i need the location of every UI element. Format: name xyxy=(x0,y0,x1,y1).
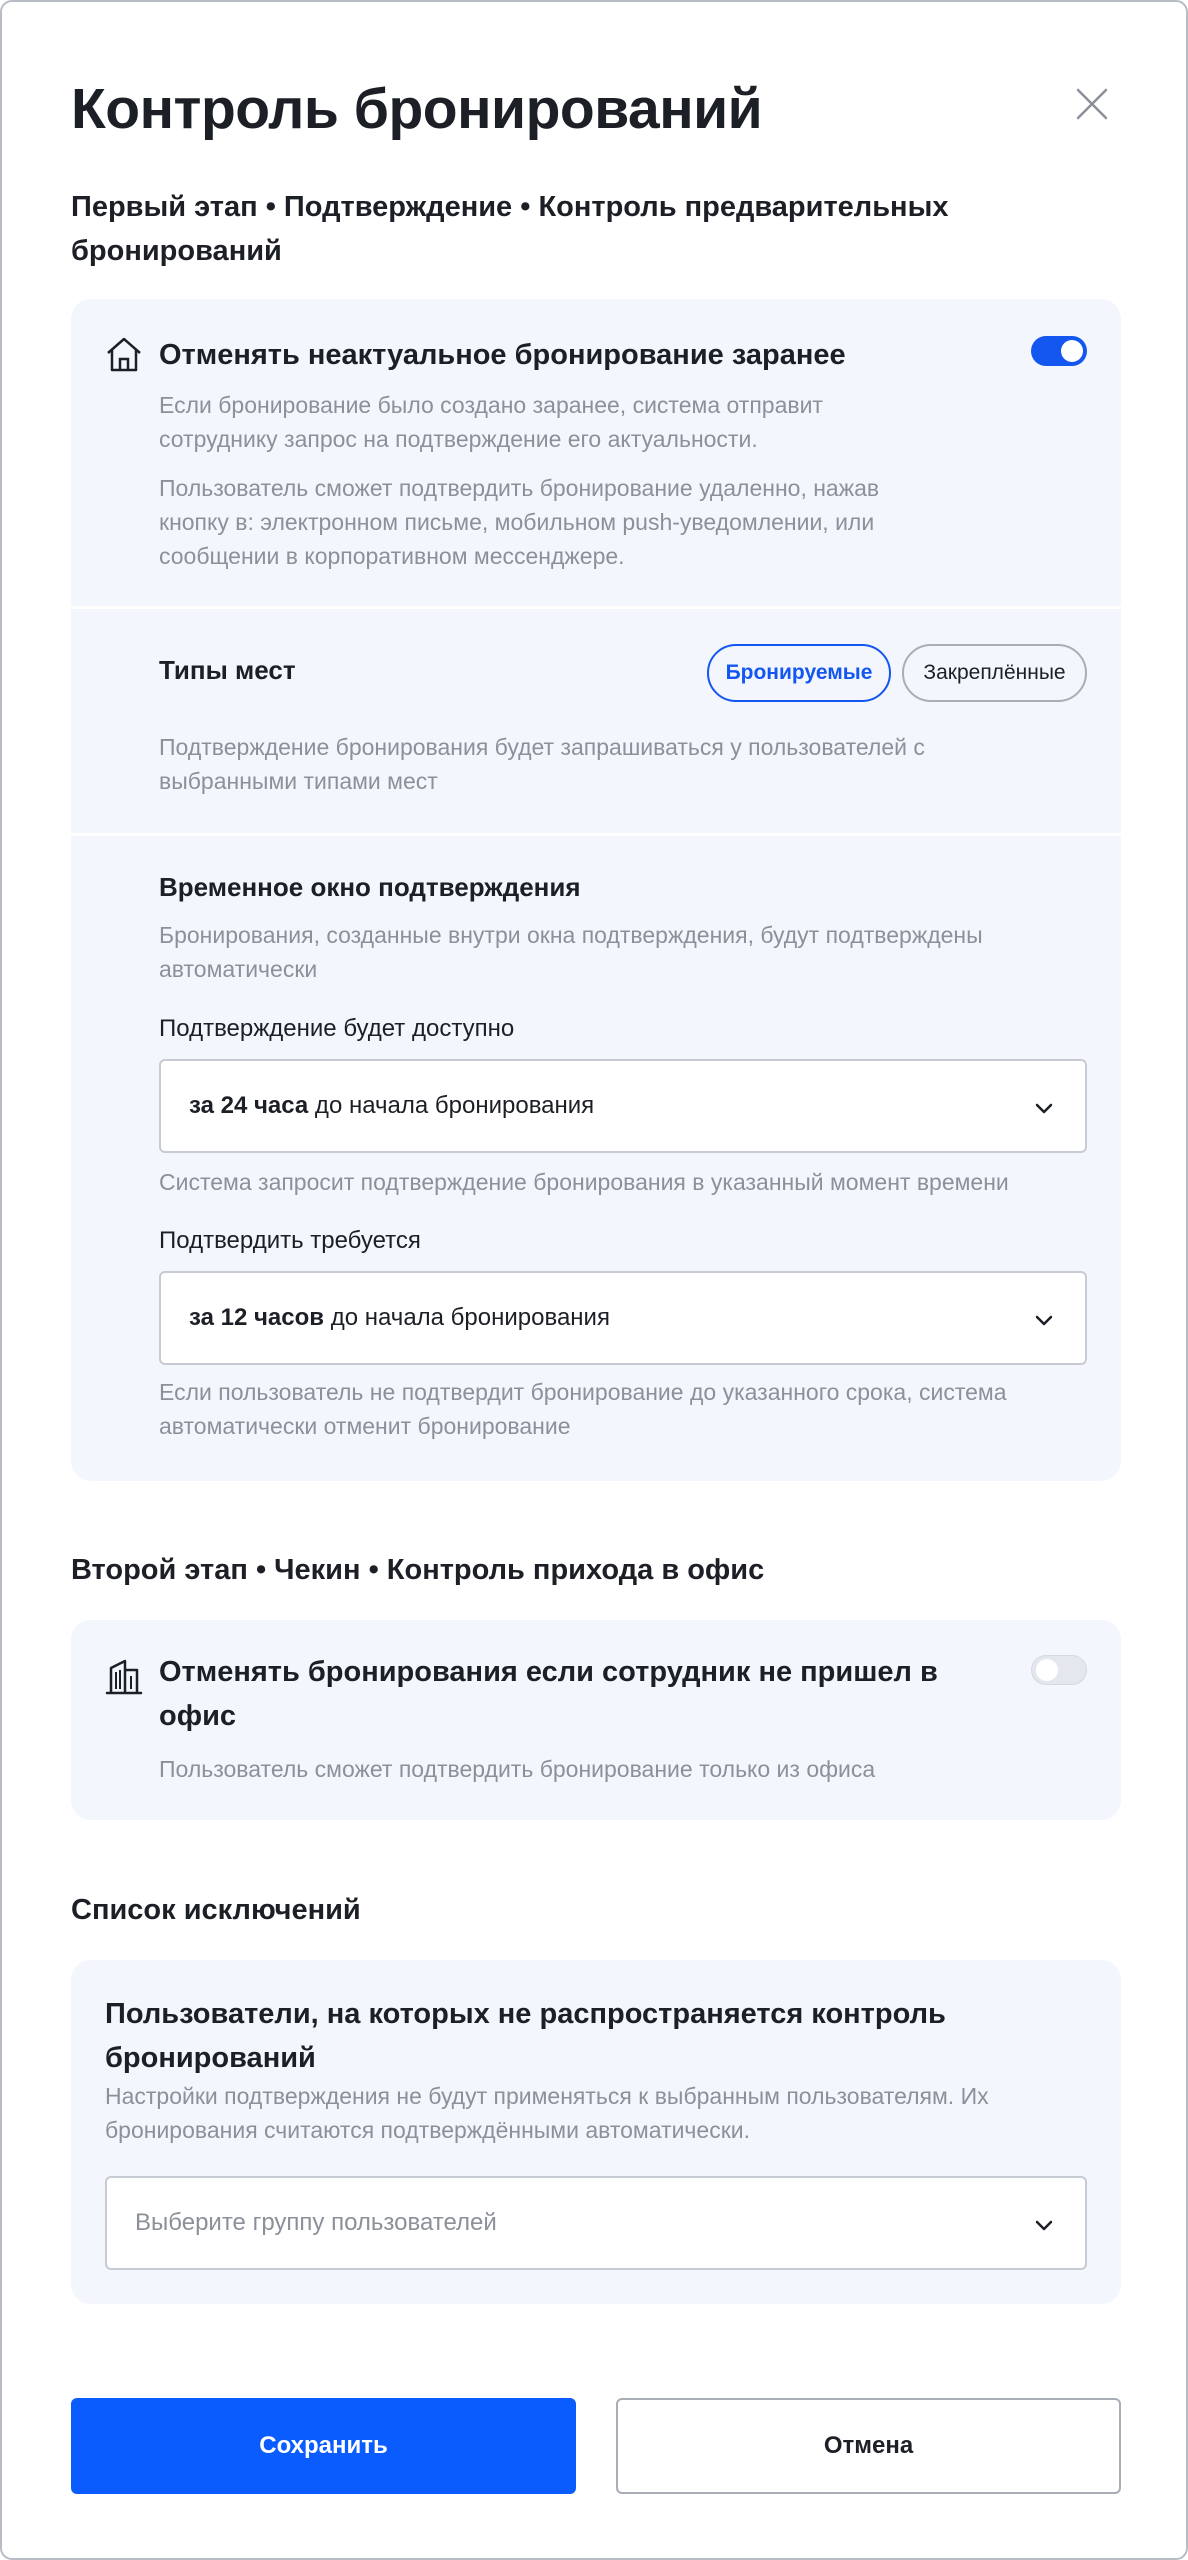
advance-cancel-desc2-line1: Пользователь сможет подтвердить брониров… xyxy=(159,475,880,501)
home-icon xyxy=(107,337,141,372)
chevron-down-icon xyxy=(1035,1103,1053,1114)
divider xyxy=(71,606,1121,609)
chip-fixed[interactable]: Закреплённые xyxy=(902,644,1087,702)
seat-types-title: Типы мест xyxy=(159,655,296,685)
user-group-placeholder: Выберите группу пользователей xyxy=(135,2209,497,2236)
dialog-title: Контроль бронирований xyxy=(71,77,763,141)
exceptions-heading: Список исключений xyxy=(71,1894,361,1926)
building-icon xyxy=(105,1659,143,1695)
save-button[interactable]: Сохранить xyxy=(71,2398,576,2494)
available-hint: Система запросит подтверждение бронирова… xyxy=(159,1169,1009,1195)
advance-cancel-toggle[interactable] xyxy=(1031,336,1087,366)
toggle-knob xyxy=(1036,1659,1058,1681)
exceptions-desc-line1: Настройки подтверждения не будут применя… xyxy=(105,2083,989,2109)
required-hint-line2: автоматически отменит бронирование xyxy=(159,1413,571,1439)
close-icon[interactable] xyxy=(1072,84,1112,124)
advance-cancel-desc2-line3: сообщении в корпоративном мессенджере. xyxy=(159,543,625,569)
available-select[interactable]: за 24 часа до начала бронирования xyxy=(159,1059,1087,1153)
required-label: Подтвердить требуется xyxy=(159,1227,421,1254)
window-title: Временное окно подтверждения xyxy=(159,872,581,902)
advance-cancel-desc1-line1: Если бронирование было создано заранее, … xyxy=(159,392,823,418)
stage2-card: Отменять бронирования если сотрудник не … xyxy=(71,1620,1121,1820)
exceptions-title-line1: Пользователи, на которых не распространя… xyxy=(105,1998,946,2030)
chip-bookable[interactable]: Бронируемые xyxy=(707,644,891,702)
chevron-down-icon xyxy=(1035,1315,1053,1326)
advance-cancel-desc1-line2: сотруднику запрос на подтверждение его а… xyxy=(159,426,758,452)
stage1-heading-line1: Первый этап • Подтверждение • Контроль п… xyxy=(71,191,949,223)
checkin-cancel-toggle[interactable] xyxy=(1031,1655,1087,1685)
exceptions-desc-line2: бронирования считаются подтверждёнными а… xyxy=(105,2117,750,2143)
checkin-cancel-desc: Пользователь сможет подтвердить брониров… xyxy=(159,1756,876,1782)
advance-cancel-desc2-line2: кнопку в: электронном письме, мобильном … xyxy=(159,509,875,535)
window-desc-line2: автоматически xyxy=(159,956,318,982)
available-value-rest: до начала бронирования xyxy=(308,1092,595,1119)
divider xyxy=(71,833,1121,836)
required-select[interactable]: за 12 часов до начала бронирования xyxy=(159,1271,1087,1365)
available-label: Подтверждение будет доступно xyxy=(159,1015,515,1042)
required-hint-line1: Если пользователь не подтвердит брониров… xyxy=(159,1379,1007,1405)
checkin-cancel-title-line1: Отменять бронирования если сотрудник не … xyxy=(159,1656,938,1688)
window-desc-line1: Бронирования, созданные внутри окна подт… xyxy=(159,922,983,948)
user-group-select[interactable]: Выберите группу пользователей xyxy=(105,2176,1087,2270)
exceptions-card: Пользователи, на которых не распространя… xyxy=(71,1960,1121,2304)
required-value-strong: за 12 часов xyxy=(189,1304,325,1331)
checkin-cancel-title-line2: офис xyxy=(159,1700,237,1732)
stage1-card: Отменять неактуальное бронирование заран… xyxy=(71,299,1121,1481)
dialog: Контроль бронирований Первый этап • Подт… xyxy=(0,0,1188,2560)
chevron-down-icon xyxy=(1035,2220,1053,2231)
required-value-rest: до начала бронирования xyxy=(324,1304,610,1331)
advance-cancel-title: Отменять неактуальное бронирование заран… xyxy=(159,339,846,371)
toggle-knob xyxy=(1061,340,1083,362)
stage1-heading-line2: бронирований xyxy=(71,235,282,267)
exceptions-title-line2: бронирований xyxy=(105,2042,316,2074)
cancel-button[interactable]: Отмена xyxy=(616,2398,1121,2494)
available-value-strong: за 24 часа xyxy=(189,1092,309,1119)
stage2-heading: Второй этап • Чекин • Контроль прихода в… xyxy=(71,1554,765,1586)
seat-types-desc-line1: Подтверждение бронирования будет запраши… xyxy=(159,734,925,760)
seat-types-desc-line2: выбранными типами мест xyxy=(159,768,438,794)
